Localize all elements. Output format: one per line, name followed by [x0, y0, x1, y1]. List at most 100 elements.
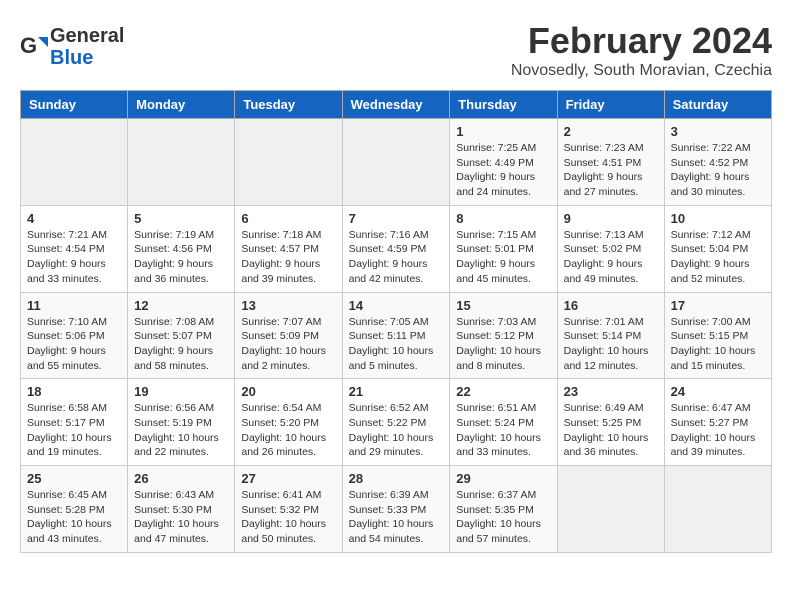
weekday-header: Saturday — [664, 91, 771, 119]
calendar-cell: 21Sunrise: 6:52 AM Sunset: 5:22 PM Dayli… — [342, 379, 450, 466]
day-info: Sunrise: 6:47 AM Sunset: 5:27 PM Dayligh… — [671, 401, 765, 460]
day-number: 4 — [27, 211, 121, 226]
calendar-week-row: 25 Sunrise: 6:45 AM Sunset: 5:28 PM Dayli… — [21, 466, 772, 553]
location: Novosedly, South Moravian, Czechia — [511, 62, 772, 80]
day-number: 19 — [134, 384, 228, 399]
calendar-cell: 8 Sunrise: 7:15 AM Sunset: 5:01 PM Daylig… — [450, 205, 557, 292]
day-number: 27 — [241, 471, 335, 486]
calendar-cell: 9Sunrise: 7:13 AM Sunset: 5:02 PM Daylig… — [557, 205, 664, 292]
day-number: 9 — [564, 211, 658, 226]
calendar-week-row: 4 Sunrise: 7:21 AM Sunset: 4:54 PM Daylig… — [21, 205, 772, 292]
calendar-table: SundayMondayTuesdayWednesdayThursdayFrid… — [20, 90, 772, 553]
day-number: 23 — [564, 384, 658, 399]
day-number: 8 — [456, 211, 550, 226]
calendar-cell: 5 Sunrise: 7:19 AM Sunset: 4:56 PM Daylig… — [128, 205, 235, 292]
day-number: 25 — [27, 471, 121, 486]
day-info: Sunrise: 7:18 AM Sunset: 4:57 PM Dayligh… — [241, 228, 335, 287]
calendar-cell: 14 Sunrise: 7:05 AM Sunset: 5:11 PM Dayli… — [342, 292, 450, 379]
calendar-cell: 19 Sunrise: 6:56 AM Sunset: 5:19 PM Dayli… — [128, 379, 235, 466]
calendar-cell: 16Sunrise: 7:01 AM Sunset: 5:14 PM Dayli… — [557, 292, 664, 379]
day-number: 6 — [241, 211, 335, 226]
day-number: 10 — [671, 211, 765, 226]
weekday-header: Monday — [128, 91, 235, 119]
calendar-cell: 2 Sunrise: 7:23 AM Sunset: 4:51 PM Daylig… — [557, 119, 664, 206]
day-number: 29 — [456, 471, 550, 486]
day-info: Sunrise: 7:10 AM Sunset: 5:06 PM Dayligh… — [27, 315, 121, 374]
day-number: 13 — [241, 298, 335, 313]
day-info: Sunrise: 7:12 AM Sunset: 5:04 PM Dayligh… — [671, 228, 765, 287]
calendar-cell: 17Sunrise: 7:00 AM Sunset: 5:15 PM Dayli… — [664, 292, 771, 379]
day-info: Sunrise: 6:54 AM Sunset: 5:20 PM Dayligh… — [241, 401, 335, 460]
calendar-week-row: 11 Sunrise: 7:10 AM Sunset: 5:06 PM Dayli… — [21, 292, 772, 379]
weekday-header: Thursday — [450, 91, 557, 119]
day-info: Sunrise: 7:07 AM Sunset: 5:09 PM Dayligh… — [241, 315, 335, 374]
calendar-cell: 1 Sunrise: 7:25 AM Sunset: 4:49 PM Daylig… — [450, 119, 557, 206]
day-number: 15 — [456, 298, 550, 313]
day-info: Sunrise: 7:08 AM Sunset: 5:07 PM Dayligh… — [134, 315, 228, 374]
day-info: Sunrise: 7:23 AM Sunset: 4:51 PM Dayligh… — [564, 141, 658, 200]
day-number: 28 — [349, 471, 444, 486]
day-number: 1 — [456, 124, 550, 139]
day-info: Sunrise: 7:00 AM Sunset: 5:15 PM Dayligh… — [671, 315, 765, 374]
calendar-cell — [235, 119, 342, 206]
day-number: 26 — [134, 471, 228, 486]
logo-icon: G — [20, 33, 48, 61]
day-info: Sunrise: 6:56 AM Sunset: 5:19 PM Dayligh… — [134, 401, 228, 460]
day-number: 14 — [349, 298, 444, 313]
calendar-cell: 4 Sunrise: 7:21 AM Sunset: 4:54 PM Daylig… — [21, 205, 128, 292]
calendar-cell: 22 Sunrise: 6:51 AM Sunset: 5:24 PM Dayli… — [450, 379, 557, 466]
day-info: Sunrise: 6:45 AM Sunset: 5:28 PM Dayligh… — [27, 488, 121, 547]
calendar-cell: 6 Sunrise: 7:18 AM Sunset: 4:57 PM Daylig… — [235, 205, 342, 292]
day-number: 12 — [134, 298, 228, 313]
day-number: 22 — [456, 384, 550, 399]
day-number: 20 — [241, 384, 335, 399]
day-info: Sunrise: 7:15 AM Sunset: 5:01 PM Dayligh… — [456, 228, 550, 287]
day-number: 3 — [671, 124, 765, 139]
weekday-header: Friday — [557, 91, 664, 119]
calendar-week-row: 18 Sunrise: 6:58 AM Sunset: 5:17 PM Dayli… — [21, 379, 772, 466]
day-info: Sunrise: 6:37 AM Sunset: 5:35 PM Dayligh… — [456, 488, 550, 547]
calendar-cell: 11 Sunrise: 7:10 AM Sunset: 5:06 PM Dayli… — [21, 292, 128, 379]
weekday-header: Wednesday — [342, 91, 450, 119]
day-info: Sunrise: 6:52 AM Sunset: 5:22 PM Dayligh… — [349, 401, 444, 460]
day-number: 18 — [27, 384, 121, 399]
calendar-cell: 18 Sunrise: 6:58 AM Sunset: 5:17 PM Dayli… — [21, 379, 128, 466]
month-title: February 2024 — [511, 20, 772, 62]
day-number: 2 — [564, 124, 658, 139]
calendar-cell: 27Sunrise: 6:41 AM Sunset: 5:32 PM Dayli… — [235, 466, 342, 553]
day-info: Sunrise: 7:16 AM Sunset: 4:59 PM Dayligh… — [349, 228, 444, 287]
calendar-cell: 10 Sunrise: 7:12 AM Sunset: 5:04 PM Dayli… — [664, 205, 771, 292]
calendar-cell: 28Sunrise: 6:39 AM Sunset: 5:33 PM Dayli… — [342, 466, 450, 553]
day-info: Sunrise: 7:25 AM Sunset: 4:49 PM Dayligh… — [456, 141, 550, 200]
calendar-cell — [664, 466, 771, 553]
day-number: 24 — [671, 384, 765, 399]
calendar-cell: 23Sunrise: 6:49 AM Sunset: 5:25 PM Dayli… — [557, 379, 664, 466]
title-block: February 2024 Novosedly, South Moravian,… — [511, 20, 772, 80]
day-number: 11 — [27, 298, 121, 313]
logo-blue: Blue — [50, 47, 124, 69]
weekday-header: Sunday — [21, 91, 128, 119]
calendar-cell: 26 Sunrise: 6:43 AM Sunset: 5:30 PM Dayli… — [128, 466, 235, 553]
calendar-cell: 20 Sunrise: 6:54 AM Sunset: 5:20 PM Dayli… — [235, 379, 342, 466]
day-info: Sunrise: 7:01 AM Sunset: 5:14 PM Dayligh… — [564, 315, 658, 374]
weekday-header: Tuesday — [235, 91, 342, 119]
day-info: Sunrise: 7:05 AM Sunset: 5:11 PM Dayligh… — [349, 315, 444, 374]
day-info: Sunrise: 6:43 AM Sunset: 5:30 PM Dayligh… — [134, 488, 228, 547]
day-number: 5 — [134, 211, 228, 226]
logo: G General Blue — [20, 25, 124, 69]
calendar-cell — [21, 119, 128, 206]
day-info: Sunrise: 7:19 AM Sunset: 4:56 PM Dayligh… — [134, 228, 228, 287]
calendar-cell — [342, 119, 450, 206]
svg-text:G: G — [20, 33, 37, 58]
page-header: G General Blue February 2024 Novosedly, … — [20, 20, 772, 80]
day-info: Sunrise: 7:03 AM Sunset: 5:12 PM Dayligh… — [456, 315, 550, 374]
calendar-cell — [128, 119, 235, 206]
calendar-cell: 13 Sunrise: 7:07 AM Sunset: 5:09 PM Dayli… — [235, 292, 342, 379]
calendar-cell — [557, 466, 664, 553]
calendar-cell: 29 Sunrise: 6:37 AM Sunset: 5:35 PM Dayli… — [450, 466, 557, 553]
day-info: Sunrise: 6:51 AM Sunset: 5:24 PM Dayligh… — [456, 401, 550, 460]
calendar-week-row: 1 Sunrise: 7:25 AM Sunset: 4:49 PM Daylig… — [21, 119, 772, 206]
day-info: Sunrise: 6:58 AM Sunset: 5:17 PM Dayligh… — [27, 401, 121, 460]
logo-general: General — [50, 25, 124, 47]
day-info: Sunrise: 7:21 AM Sunset: 4:54 PM Dayligh… — [27, 228, 121, 287]
